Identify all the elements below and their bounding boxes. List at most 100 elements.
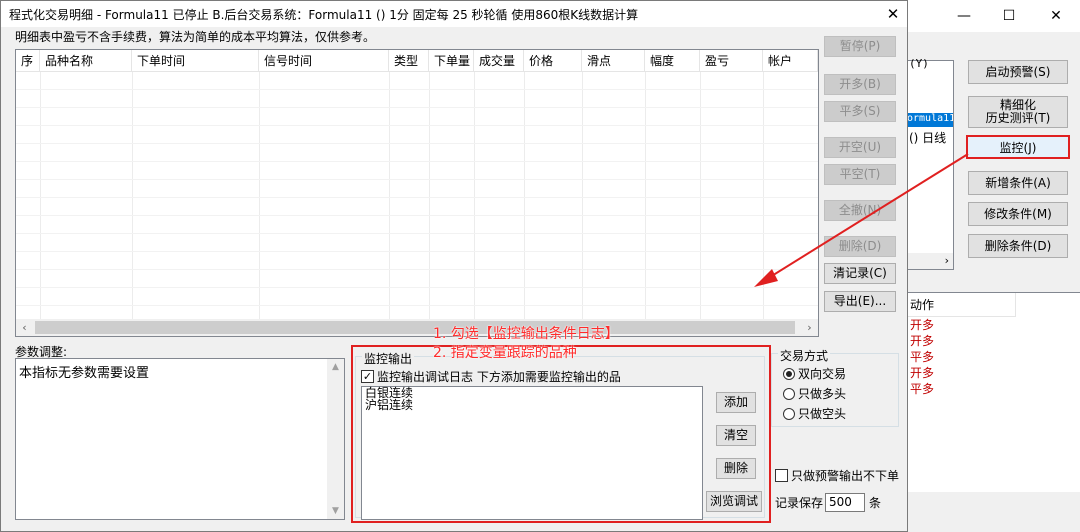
column-header[interactable]: 成交量 bbox=[474, 50, 524, 72]
keep-records-input[interactable]: 500 bbox=[825, 493, 866, 512]
action-table[interactable]: 动作 开多 开多 平多 开多 平多 bbox=[906, 292, 1080, 492]
table-header: 序 品种名称 下单时间 信号时间 类型 下单量 成交量 价格 滑点 幅度 盈亏 … bbox=[16, 50, 818, 72]
column-header[interactable]: 幅度 bbox=[645, 50, 700, 72]
open-short-button[interactable]: 开空(U) bbox=[824, 137, 896, 158]
column-header[interactable]: 品种名称 bbox=[40, 50, 132, 72]
column-divider bbox=[763, 72, 764, 320]
column-header[interactable]: 下单时间 bbox=[132, 50, 259, 72]
param-text: 本指标无参数需要设置 bbox=[19, 366, 150, 381]
column-header[interactable]: 价格 bbox=[524, 50, 582, 72]
formula-list-selected-item[interactable]: ormula11 bbox=[907, 113, 953, 127]
dialog-titlebar: 程式化交易明细 - Formula11 已停止 B.后台交易系统：Formula… bbox=[1, 1, 907, 27]
action-column-header[interactable]: 动作 bbox=[906, 293, 1016, 317]
column-divider bbox=[132, 72, 133, 320]
column-header[interactable]: 序 bbox=[16, 50, 40, 72]
action-row[interactable]: 平多 bbox=[906, 349, 1080, 365]
fee-note: 明细表中盈亏不含手续费，算法为简单的成本平均算法，仅供参考。 bbox=[15, 30, 376, 44]
history-evaluation-line2: 历史测评(T) bbox=[985, 111, 1051, 125]
maximize-icon[interactable]: ☐ bbox=[997, 4, 1021, 28]
row-divider bbox=[16, 269, 818, 270]
action-row[interactable]: 开多 bbox=[906, 333, 1080, 349]
action-row[interactable]: 平多 bbox=[906, 381, 1080, 397]
column-divider bbox=[40, 72, 41, 320]
column-divider bbox=[389, 72, 390, 320]
trade-mode-option[interactable]: 只做空头 bbox=[783, 405, 846, 422]
keep-records-suffix: 条 bbox=[869, 496, 882, 510]
add-condition-button[interactable]: 新增条件(A) bbox=[968, 171, 1068, 195]
radio-selected-icon[interactable] bbox=[783, 367, 795, 380]
annotation-step-2: 2. 指定变量跟踪的品种 bbox=[433, 345, 577, 361]
column-header[interactable]: 类型 bbox=[389, 50, 429, 72]
scrollbar-thumb[interactable] bbox=[35, 321, 795, 334]
alert-only-label[interactable]: 只做预警输出不下单 bbox=[791, 467, 899, 484]
param-textarea[interactable]: 本指标无参数需要设置 ▲ ▼ bbox=[15, 358, 345, 520]
close-icon[interactable]: ✕ bbox=[1044, 4, 1068, 28]
delete-button[interactable]: 删除(D) bbox=[824, 236, 896, 257]
cancel-all-button[interactable]: 全撤(N) bbox=[824, 200, 896, 221]
scroll-left-icon[interactable]: ‹ bbox=[16, 319, 33, 336]
annotation-highlight-box bbox=[351, 345, 771, 523]
row-divider bbox=[16, 89, 818, 90]
column-header[interactable]: 帐户 bbox=[763, 50, 818, 72]
pause-button[interactable]: 暂停(P) bbox=[824, 36, 896, 57]
column-divider bbox=[582, 72, 583, 320]
modify-condition-button[interactable]: 修改条件(M) bbox=[968, 202, 1068, 226]
monitor-button[interactable]: 监控(J) bbox=[966, 135, 1070, 159]
scroll-down-icon[interactable]: ▼ bbox=[327, 506, 344, 516]
column-header[interactable]: 下单量 bbox=[429, 50, 474, 72]
open-long-button[interactable]: 开多(B) bbox=[824, 74, 896, 95]
row-divider bbox=[16, 161, 818, 162]
background-window-titlebar: — ☐ ✕ bbox=[906, 0, 1080, 32]
background-window: — ☐ ✕ (Y) ormula11 () 日线 › 启动预警(S) 精细化 历… bbox=[905, 0, 1080, 532]
row-divider bbox=[16, 215, 818, 216]
radio-icon[interactable] bbox=[783, 387, 795, 400]
trade-mode-option[interactable]: 双向交易 bbox=[783, 365, 846, 382]
column-divider bbox=[700, 72, 701, 320]
trade-detail-dialog: 程式化交易明细 - Formula11 已停止 B.后台交易系统：Formula… bbox=[0, 0, 908, 532]
column-header[interactable]: 滑点 bbox=[582, 50, 645, 72]
formula-list-item[interactable]: () 日线 bbox=[909, 129, 946, 146]
minimize-icon[interactable]: — bbox=[952, 4, 976, 28]
radio-icon[interactable] bbox=[783, 407, 795, 420]
column-header[interactable]: 信号时间 bbox=[259, 50, 389, 72]
column-divider bbox=[524, 72, 525, 320]
close-short-button[interactable]: 平空(T) bbox=[824, 164, 896, 185]
close-icon[interactable]: ✕ bbox=[881, 3, 905, 25]
keep-records-row: 记录保存 500 条 bbox=[775, 493, 881, 512]
action-row[interactable]: 开多 bbox=[906, 365, 1080, 381]
column-header[interactable]: 盈亏 bbox=[700, 50, 763, 72]
delete-condition-button[interactable]: 删除条件(D) bbox=[968, 234, 1068, 258]
history-evaluation-button[interactable]: 精细化 历史测评(T) bbox=[968, 96, 1068, 128]
formula-list[interactable]: (Y) ormula11 () 日线 › bbox=[906, 57, 954, 270]
alert-only-checkbox[interactable] bbox=[775, 469, 788, 482]
alert-only-checkbox-row[interactable]: 只做预警输出不下单 bbox=[775, 467, 899, 484]
row-divider bbox=[16, 233, 818, 234]
scroll-right-icon[interactable]: › bbox=[907, 253, 953, 269]
trade-mode-label[interactable]: 只做空头 bbox=[798, 405, 846, 422]
action-row[interactable]: 开多 bbox=[906, 317, 1080, 333]
row-divider bbox=[16, 305, 818, 306]
annotation-step-1: 1. 勾选【监控输出条件日志】 bbox=[433, 326, 619, 342]
scroll-up-icon[interactable]: ▲ bbox=[327, 362, 344, 372]
clear-records-button[interactable]: 清记录(C) bbox=[824, 263, 896, 284]
trade-mode-label[interactable]: 双向交易 bbox=[798, 365, 846, 382]
trade-detail-table[interactable]: 序 品种名称 下单时间 信号时间 类型 下单量 成交量 价格 滑点 幅度 盈亏 … bbox=[15, 49, 819, 337]
row-divider bbox=[16, 143, 818, 144]
tab-label: (Y) bbox=[909, 57, 929, 70]
row-divider bbox=[16, 251, 818, 252]
horizontal-scrollbar[interactable]: ‹ › bbox=[16, 319, 818, 336]
column-divider bbox=[259, 72, 260, 320]
vertical-scrollbar[interactable]: ▲ ▼ bbox=[327, 359, 344, 519]
row-divider bbox=[16, 179, 818, 180]
scroll-right-icon[interactable]: › bbox=[801, 319, 818, 336]
row-divider bbox=[16, 125, 818, 126]
row-divider bbox=[16, 107, 818, 108]
row-divider bbox=[16, 197, 818, 198]
start-alert-button[interactable]: 启动预警(S) bbox=[968, 60, 1068, 84]
table-body[interactable] bbox=[16, 72, 818, 320]
keep-records-prefix: 记录保存 bbox=[775, 496, 824, 510]
export-button[interactable]: 导出(E)... bbox=[824, 291, 896, 312]
close-long-button[interactable]: 平多(S) bbox=[824, 101, 896, 122]
trade-mode-option[interactable]: 只做多头 bbox=[783, 385, 846, 402]
trade-mode-label[interactable]: 只做多头 bbox=[798, 385, 846, 402]
